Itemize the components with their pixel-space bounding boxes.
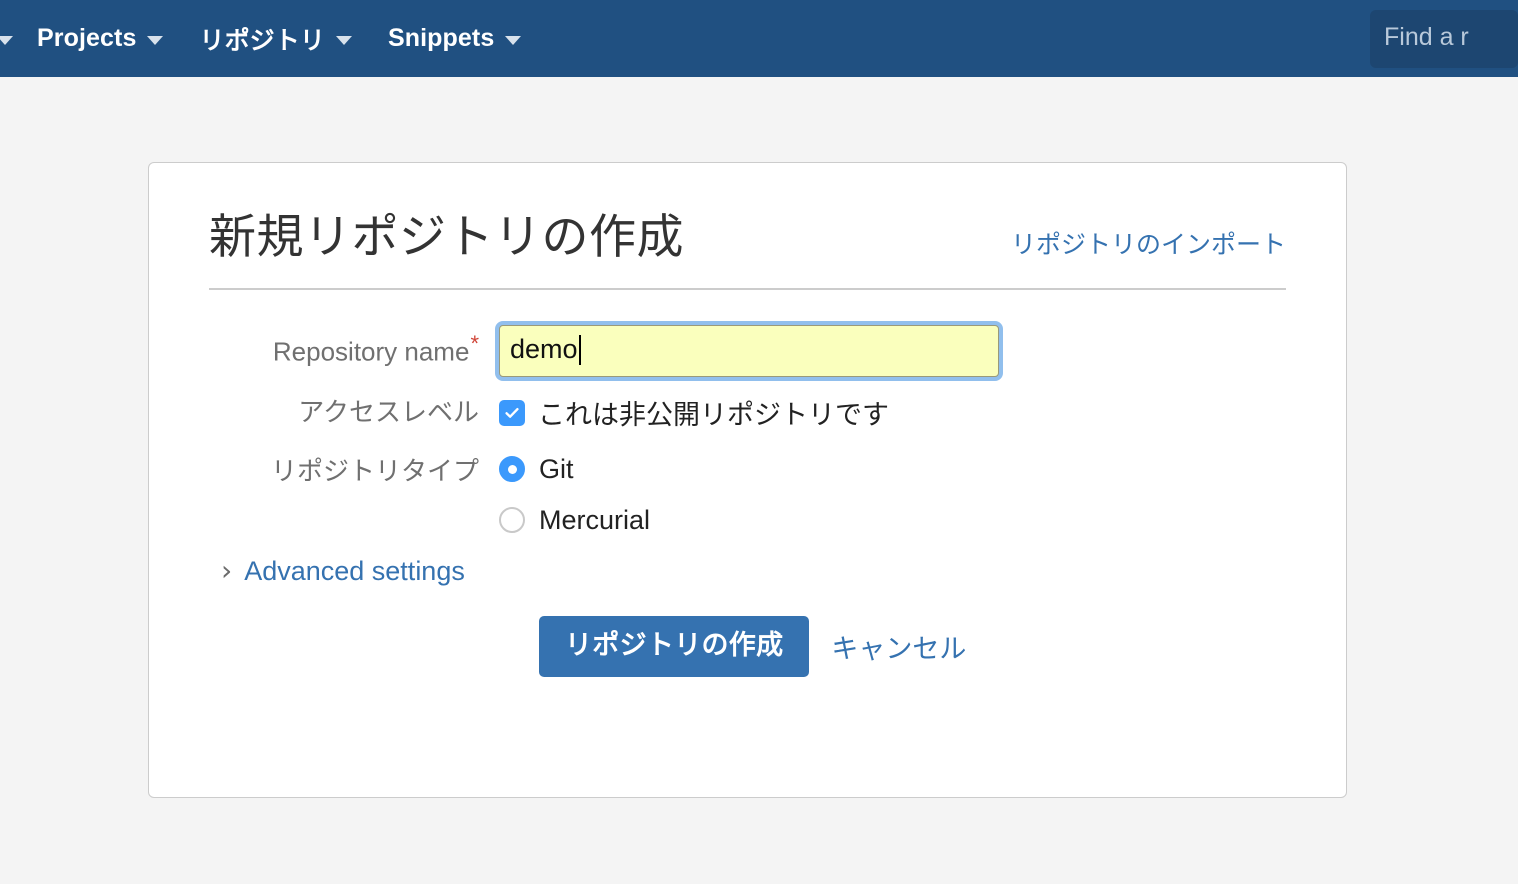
access-level-field-wrap: これは非公開リポジトリです: [499, 393, 1286, 432]
repository-type-option-mercurial[interactable]: Mercurial: [499, 495, 650, 546]
repository-name-label: Repository name*: [209, 333, 499, 368]
chevron-down-icon: [505, 36, 522, 45]
radio-dot: [507, 464, 517, 474]
repository-name-input[interactable]: demo: [499, 324, 999, 377]
radio-selected-icon[interactable]: [499, 456, 525, 483]
repository-type-field-wrap: Git Mercurial: [499, 444, 1286, 546]
repository-type-option-git-label: Git: [539, 453, 574, 484]
create-repository-form: Repository name* demo アクセスレベル これは非公開リポジト…: [209, 320, 1286, 677]
chevron-down-icon: [335, 36, 352, 45]
repository-type-option-git[interactable]: Git: [499, 444, 650, 495]
chevron-down-icon: [0, 36, 13, 45]
radio-unselected-icon[interactable]: [499, 507, 525, 534]
navbar-item-repositories[interactable]: リポジトリ: [181, 0, 370, 77]
advanced-settings-toggle[interactable]: › Advanced settings: [221, 556, 1286, 587]
repository-type-radio-group: Git Mercurial: [499, 444, 650, 546]
repository-type-label: リポジトリタイプ: [270, 455, 479, 486]
page-title: 新規リポジトリの作成: [209, 210, 684, 263]
repository-name-field-wrap: demo: [499, 324, 1286, 377]
card-header: 新規リポジトリの作成 リポジトリのインポート: [209, 211, 1286, 263]
cancel-link[interactable]: キャンセル: [831, 627, 966, 666]
top-navigation-bar: Projects リポジトリ Snippets Find a r: [0, 0, 1518, 77]
navbar-item-projects-label: Projects: [37, 24, 137, 52]
search-input[interactable]: Find a r: [1370, 9, 1518, 68]
form-row-access-level: アクセスレベル これは非公開リポジトリです: [209, 382, 1286, 444]
header-divider: [209, 287, 1286, 290]
navbar-right-group: Find a r: [1370, 0, 1518, 77]
text-cursor: [578, 334, 581, 365]
form-row-repository-type: リポジトリタイプ Git Mercurial: [209, 444, 1286, 546]
navbar-menu-group: Projects リポジトリ Snippets: [0, 0, 539, 77]
import-repository-link[interactable]: リポジトリのインポート: [1011, 225, 1286, 261]
repository-name-input-value: demo: [510, 334, 578, 365]
card-content: 新規リポジトリの作成 リポジトリのインポート Repository name* …: [149, 163, 1346, 677]
chevron-down-icon: [147, 36, 164, 45]
check-icon: [505, 407, 519, 418]
form-row-repository-name: Repository name* demo: [209, 320, 1286, 382]
navbar-item-repositories-label: リポジトリ: [199, 26, 325, 55]
access-level-label: アクセスレベル: [298, 397, 479, 428]
navbar-item-projects[interactable]: Projects: [19, 0, 181, 77]
navbar-item-snippets-label: Snippets: [387, 24, 495, 52]
repository-name-label-text: Repository name: [272, 336, 470, 367]
form-actions: リポジトリの作成 キャンセル: [209, 615, 1286, 677]
private-repository-checkbox-label[interactable]: これは非公開リポジトリです: [538, 393, 889, 432]
create-repository-card: 新規リポジトリの作成 リポジトリのインポート Repository name* …: [148, 162, 1347, 798]
repository-type-option-mercurial-label: Mercurial: [539, 504, 651, 535]
create-repository-button[interactable]: リポジトリの作成: [539, 615, 810, 677]
private-repository-checkbox[interactable]: [499, 399, 525, 426]
required-asterisk: *: [470, 331, 479, 357]
navbar-item-snippets[interactable]: Snippets: [370, 0, 539, 77]
chevron-right-icon: ›: [221, 554, 233, 588]
navbar-item-partial[interactable]: [0, 0, 19, 77]
advanced-settings-link[interactable]: Advanced settings: [244, 556, 465, 587]
search-input-placeholder: Find a r: [1384, 23, 1469, 51]
page-body: 新規リポジトリの作成 リポジトリのインポート Repository name* …: [0, 77, 1518, 884]
